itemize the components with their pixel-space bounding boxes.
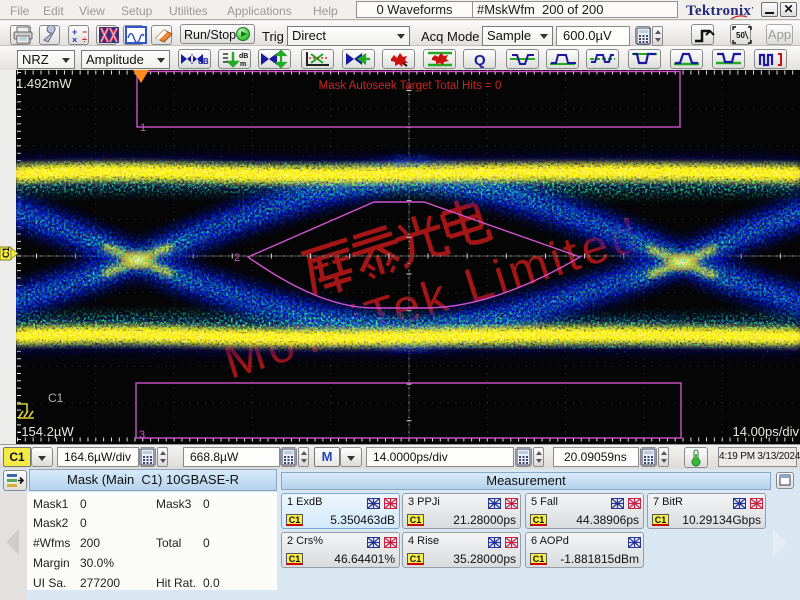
svg-text:m: m: [240, 61, 246, 68]
svg-text:÷: ÷: [82, 35, 87, 44]
svg-text:Q: Q: [474, 52, 486, 68]
svg-text:3: 3: [139, 429, 145, 441]
svg-text:1: 1: [140, 122, 146, 134]
svg-text:50: 50: [736, 31, 745, 40]
svg-text:2: 2: [234, 252, 240, 264]
svg-text:Mask Autoseek Target Total Hit: Mask Autoseek Target Total Hits = 0: [319, 80, 502, 92]
svg-text:C1: C1: [48, 391, 64, 405]
svg-text:dB: dB: [239, 53, 248, 60]
svg-text:C1: C1: [1, 247, 11, 258]
svg-text:×: ×: [72, 35, 77, 44]
svg-text:-154.2µW: -154.2µW: [17, 424, 74, 439]
svg-text:dB: dB: [198, 57, 209, 66]
svg-text:14.00ps/div: 14.00ps/div: [733, 424, 800, 439]
svg-text:1.492mW: 1.492mW: [16, 76, 72, 91]
